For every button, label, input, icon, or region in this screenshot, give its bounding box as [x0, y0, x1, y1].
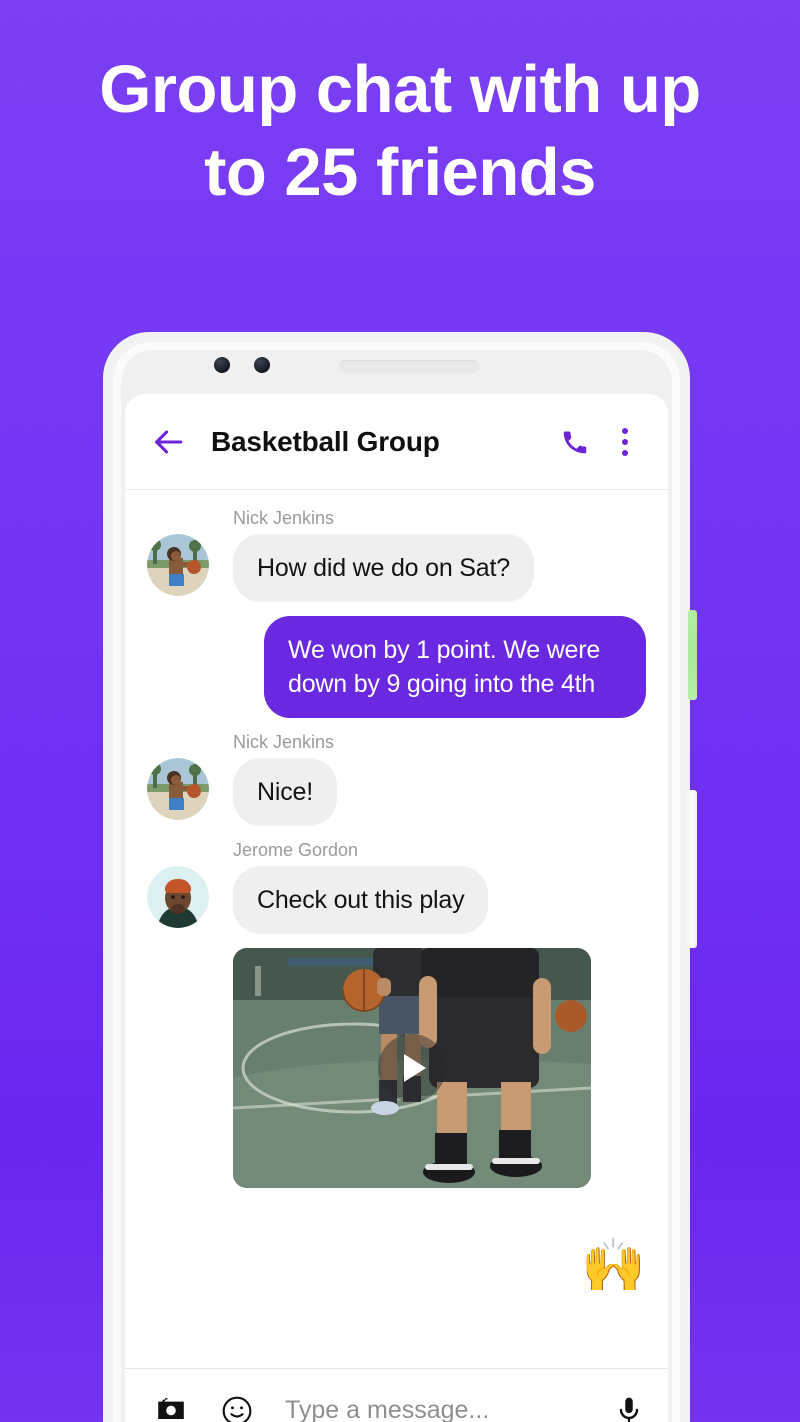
app-bar: Basketball Group	[125, 394, 668, 490]
power-button[interactable]	[688, 610, 697, 700]
message-row: Nice!	[147, 758, 646, 826]
message-group: Jerome Gordon Check out this play	[147, 840, 646, 934]
play-button[interactable]	[378, 1034, 446, 1102]
message-row: We won by 1 point. We were down by 9 goi…	[147, 616, 646, 718]
avatar[interactable]	[147, 866, 209, 928]
avatar[interactable]	[147, 758, 209, 820]
proximity-sensor-icon	[254, 357, 270, 373]
message-sender: Jerome Gordon	[233, 840, 359, 860]
message-composer	[125, 1368, 668, 1422]
more-options-icon[interactable]	[604, 421, 646, 463]
phone-screen: Basketball Group Nick Jenkins How did we…	[125, 394, 668, 1422]
promo-headline: Group chat with up to 25 friends	[99, 52, 701, 210]
phone-mockup: Basketball Group Nick Jenkins How did we…	[103, 332, 697, 1422]
message-group: Nick Jenkins	[147, 508, 646, 602]
message-input[interactable]	[285, 1396, 607, 1422]
message-bubble[interactable]: Nice!	[233, 758, 337, 826]
back-arrow-icon[interactable]	[149, 423, 187, 461]
message-row: Check out this play	[147, 866, 646, 934]
page-title: Basketball Group	[211, 425, 440, 457]
microphone-icon[interactable]	[607, 1389, 651, 1422]
front-camera-icon	[214, 357, 230, 373]
earpiece-speaker	[339, 360, 479, 373]
message-sender: Nick Jenkins	[233, 732, 335, 752]
avatar[interactable]	[147, 534, 209, 596]
emoji-icon[interactable]	[215, 1389, 259, 1422]
phone-top-bezel	[103, 332, 690, 394]
message-bubble[interactable]: How did we do on Sat?	[233, 534, 534, 602]
play-icon	[404, 1054, 426, 1082]
volume-button[interactable]	[686, 790, 697, 948]
camera-icon[interactable]	[149, 1389, 193, 1422]
message-list: Nick Jenkins How did we do on Sat? We wo…	[125, 490, 668, 1368]
message-reaction[interactable]: 🙌	[581, 1240, 646, 1292]
video-attachment[interactable]	[233, 948, 591, 1188]
message-bubble[interactable]: We won by 1 point. We were down by 9 goi…	[264, 616, 646, 718]
message-bubble[interactable]: Check out this play	[233, 866, 489, 934]
message-sender: Nick Jenkins	[233, 508, 335, 528]
message-group: Nick Jenkins	[147, 732, 646, 826]
call-icon[interactable]	[554, 421, 596, 463]
message-row: How did we do on Sat?	[147, 534, 646, 602]
message-group: We won by 1 point. We were down by 9 goi…	[147, 616, 646, 718]
